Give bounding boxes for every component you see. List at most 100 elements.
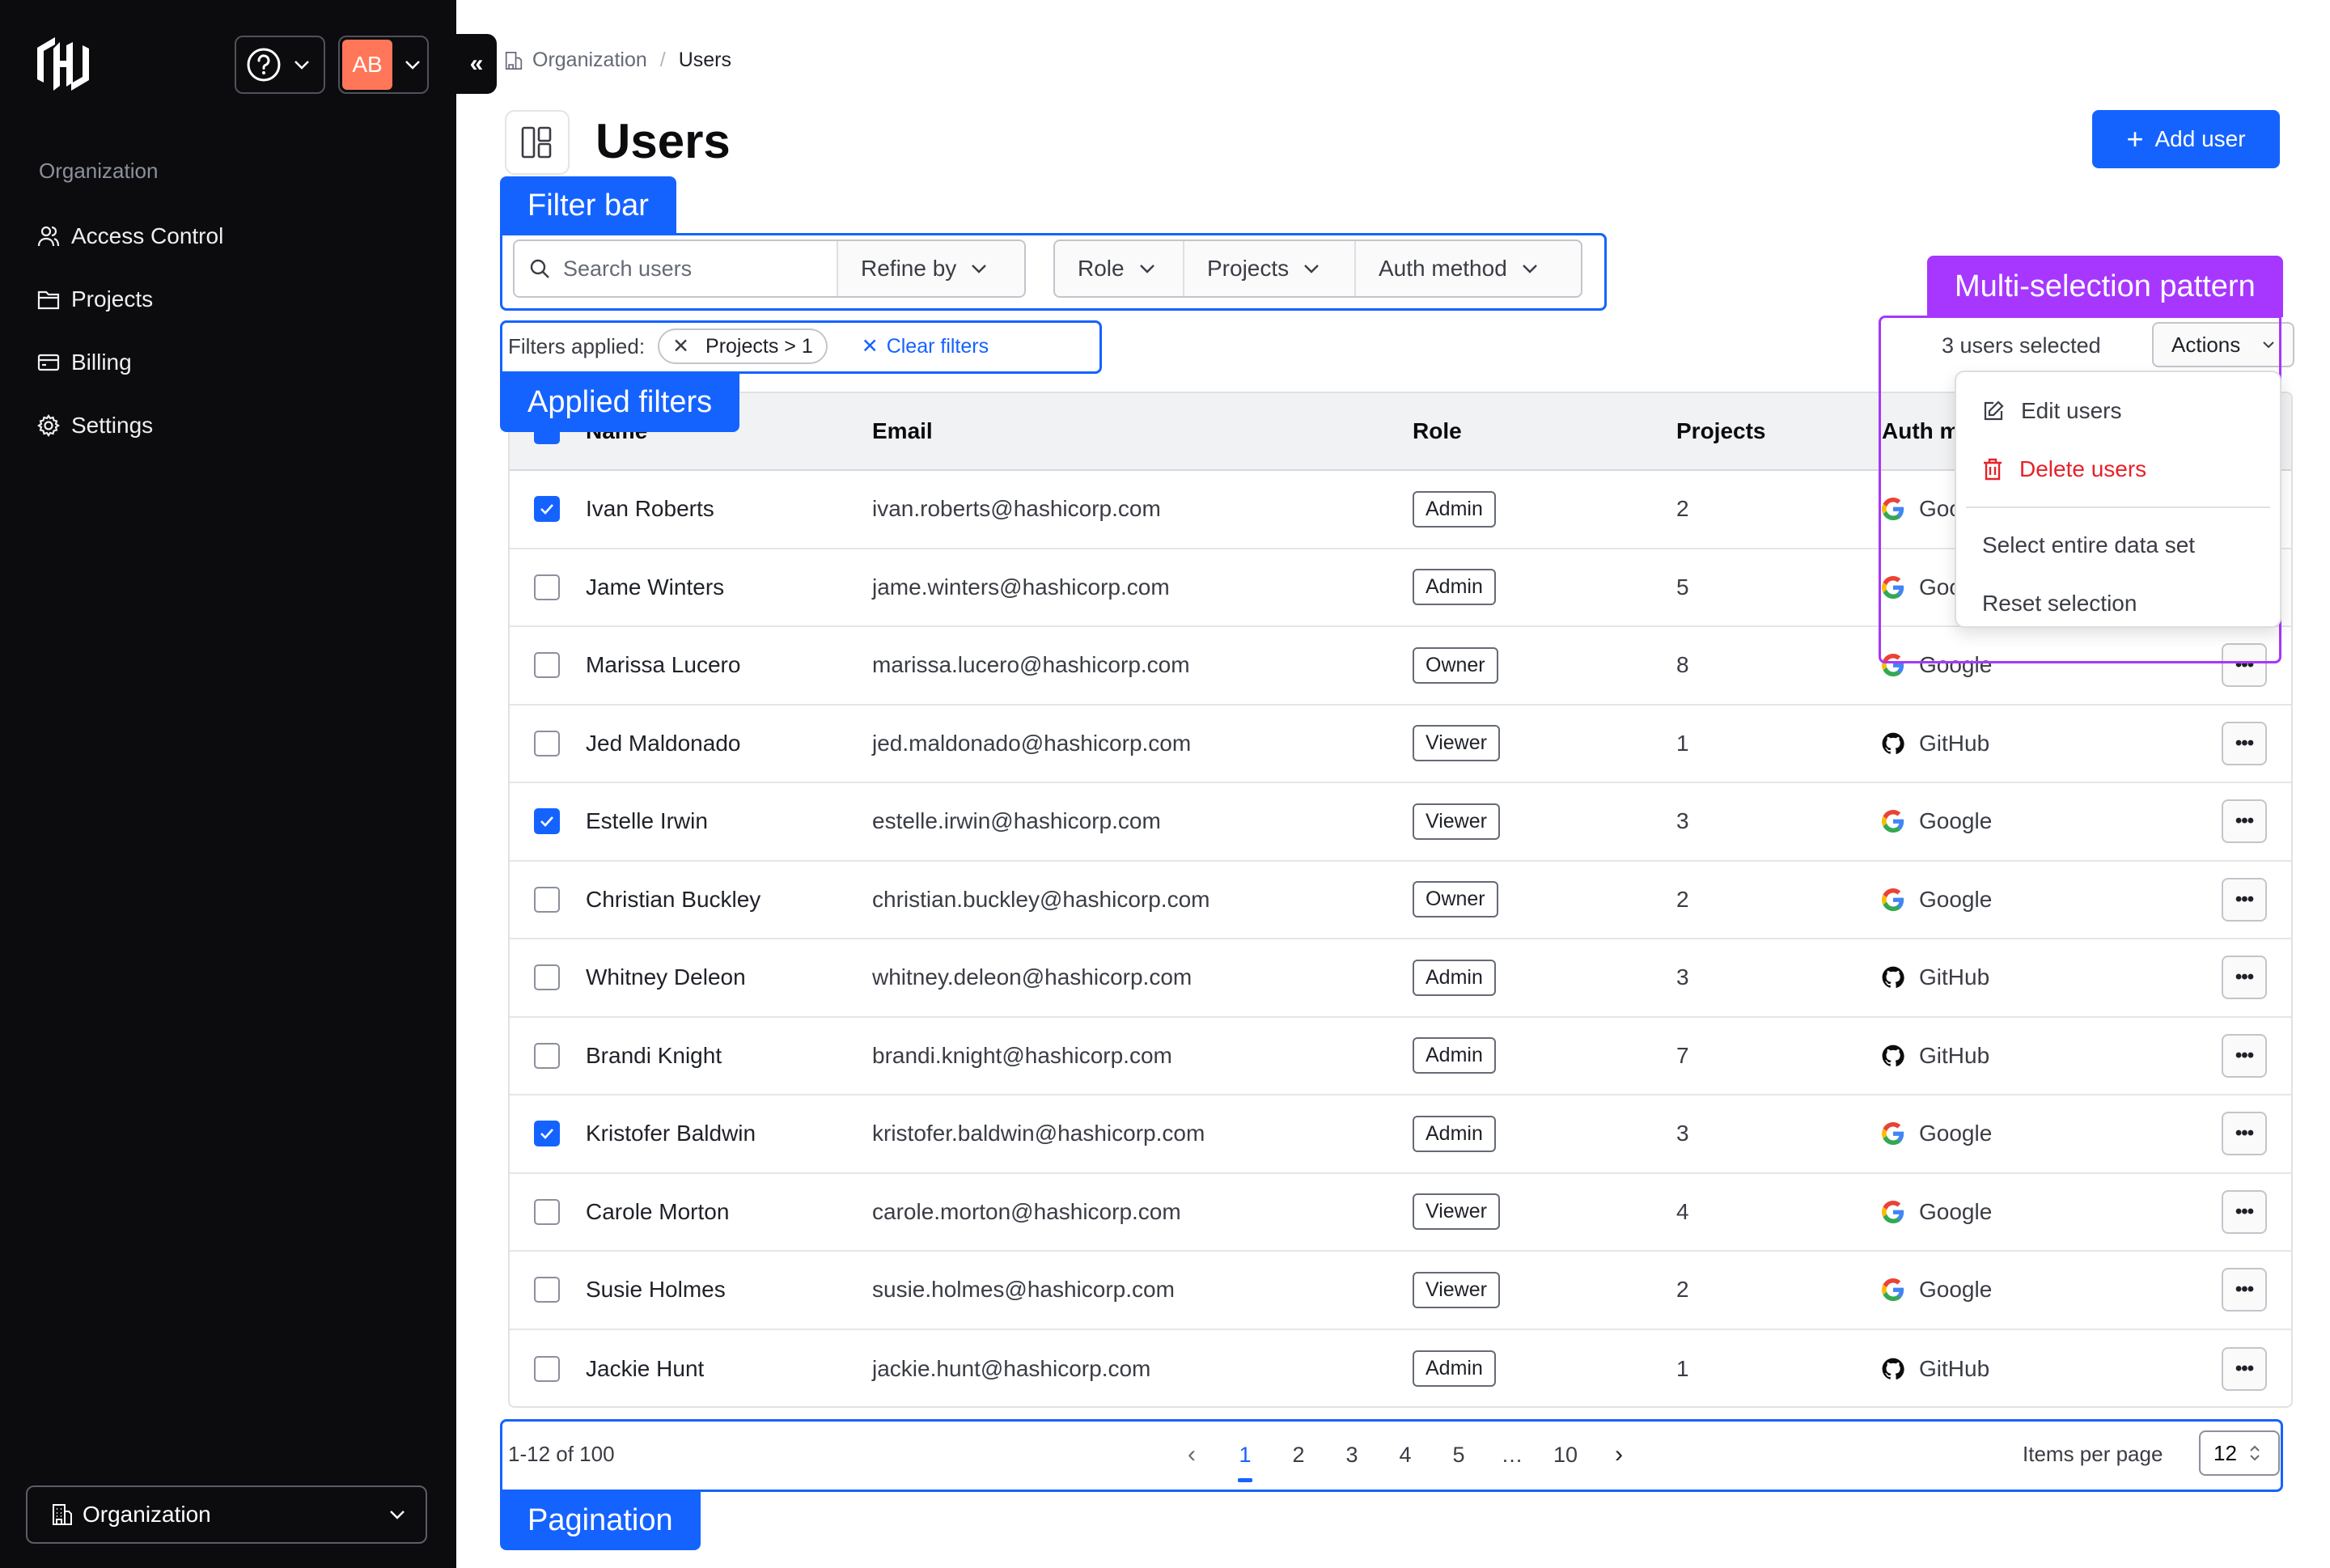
row-checkbox[interactable]	[534, 1355, 560, 1382]
cell-email: estelle.irwin@hashicorp.com	[872, 808, 1161, 834]
add-user-button[interactable]: + Add user	[2092, 110, 2280, 168]
page-button[interactable]: 2	[1272, 1437, 1325, 1473]
role-badge: Admin	[1413, 1115, 1496, 1152]
menu-item-edit-users[interactable]: Edit users	[1956, 382, 2280, 440]
menu-item-select-entire-data-set[interactable]: Select entire data set	[1956, 516, 2280, 574]
sidebar-item-billing[interactable]: Billing	[37, 345, 132, 380]
sidebar-item-projects[interactable]: Projects	[37, 282, 153, 317]
row-overflow-menu-button[interactable]: •••	[2222, 799, 2267, 844]
row-overflow-menu-button[interactable]: •••	[2222, 1189, 2267, 1234]
cell-projects: 3	[1676, 808, 1689, 834]
auth-method-filter-dropdown[interactable]: Auth method	[1356, 241, 1581, 296]
actions-dropdown-button[interactable]: Actions	[2152, 322, 2294, 367]
chevrons-left-icon: «	[469, 50, 484, 77]
row-overflow-menu-button[interactable]: •••	[2222, 956, 2267, 1000]
collapse-sidebar-button[interactable]: «	[456, 34, 497, 94]
cell-email: jed.maldonado@hashicorp.com	[872, 730, 1192, 756]
table-row[interactable]: Christian Buckley christian.buckley@hashi…	[510, 862, 2291, 939]
row-overflow-menu-button[interactable]: •••	[2222, 1112, 2267, 1156]
page-button[interactable]: 10	[1539, 1437, 1592, 1473]
row-overflow-menu-button[interactable]: •••	[2222, 1033, 2267, 1078]
chevron-down-icon	[405, 61, 420, 70]
column-header-role[interactable]: Role	[1413, 418, 1676, 444]
page-button[interactable]: 4	[1379, 1437, 1432, 1473]
row-checkbox[interactable]	[534, 886, 560, 913]
table-row[interactable]: Susie Holmes susie.holmes@hashicorp.com Vi…	[510, 1252, 2291, 1330]
row-overflow-menu-button[interactable]: •••	[2222, 877, 2267, 922]
clear-filters-link[interactable]: ✕ Clear filters	[862, 334, 989, 358]
role-badge: Viewer	[1413, 1271, 1500, 1308]
column-header-email[interactable]: Email	[872, 418, 1413, 444]
pagination-nav: ‹ 1 2 3 4 5 … 10 ›	[1165, 1437, 1646, 1482]
role-badge: Viewer	[1413, 803, 1500, 840]
row-checkbox[interactable]	[534, 1198, 560, 1225]
row-checkbox[interactable]	[534, 496, 560, 523]
page-title: Users	[595, 114, 731, 168]
google-icon	[1882, 810, 1904, 833]
sidebar-item-settings[interactable]: Settings	[37, 408, 153, 443]
user-menu-button[interactable]: AB	[338, 36, 429, 94]
table-row[interactable]: Marissa Lucero marissa.lucero@hashicorp.c…	[510, 627, 2291, 706]
org-switcher[interactable]: Organization	[26, 1485, 427, 1544]
row-checkbox[interactable]	[534, 730, 560, 756]
row-checkbox[interactable]	[534, 652, 560, 679]
row-overflow-menu-button[interactable]: •••	[2222, 721, 2267, 765]
close-icon[interactable]: ✕	[672, 334, 689, 358]
row-checkbox[interactable]	[534, 574, 560, 600]
cell-email: brandi.knight@hashicorp.com	[872, 1042, 1172, 1068]
sidebar-item-access-control[interactable]: Access Control	[37, 218, 223, 254]
row-overflow-menu-button[interactable]: •••	[2222, 1268, 2267, 1312]
search-icon	[530, 259, 549, 278]
cell-email: carole.morton@hashicorp.com	[872, 1198, 1181, 1224]
page-numbers: 1 2 3 4 5 … 10	[1218, 1437, 1592, 1482]
row-checkbox[interactable]	[534, 1042, 560, 1069]
actions-label: Actions	[2171, 332, 2241, 357]
annotation-pagination-label: Pagination	[500, 1490, 701, 1550]
auth-method-label: GitHub	[1919, 730, 1990, 756]
sidebar: AB Organization Access Control Projects …	[0, 0, 456, 1568]
hashicorp-logo[interactable]	[34, 37, 92, 91]
refine-by-dropdown[interactable]: Refine by	[838, 241, 1024, 296]
table-row[interactable]: Carole Morton carole.morton@hashicorp.com…	[510, 1174, 2291, 1252]
filter-pill-label: Projects > 1	[705, 334, 813, 358]
items-per-page-select[interactable]: 12	[2199, 1430, 2280, 1476]
cell-name: Kristofer Baldwin	[586, 1121, 756, 1146]
more-horizontal-icon: •••	[2235, 1122, 2254, 1145]
breadcrumb-organization[interactable]: Organization	[532, 49, 647, 72]
menu-item-reset-selection[interactable]: Reset selection	[1956, 574, 2280, 633]
filter-pill-projects[interactable]: ✕ Projects > 1	[658, 328, 828, 364]
google-icon	[1882, 498, 1904, 521]
table-row[interactable]: Brandi Knight brandi.knight@hashicorp.com…	[510, 1018, 2291, 1095]
cell-name: Jackie Hunt	[586, 1355, 705, 1381]
page-button[interactable]: 5	[1432, 1437, 1485, 1473]
trash-icon	[1984, 458, 2002, 481]
github-icon	[1882, 1045, 1904, 1066]
table-row[interactable]: Jackie Hunt jackie.hunt@hashicorp.com Admi…	[510, 1330, 2291, 1407]
chevron-left-icon: ‹	[1188, 1441, 1196, 1468]
page-button[interactable]: 3	[1325, 1437, 1379, 1473]
row-checkbox[interactable]	[534, 1121, 560, 1147]
column-header-projects[interactable]: Projects	[1676, 418, 1882, 444]
row-overflow-menu-button[interactable]: •••	[2222, 1346, 2267, 1391]
menu-item-delete-users[interactable]: Delete users	[1956, 440, 2280, 498]
table-row[interactable]: Jed Maldonado jed.maldonado@hashicorp.com…	[510, 706, 2291, 783]
projects-filter-dropdown[interactable]: Projects	[1184, 241, 1356, 296]
page-button[interactable]: 1	[1218, 1437, 1272, 1482]
role-filter-dropdown[interactable]: Role	[1055, 241, 1184, 296]
cell-auth-method: Google	[1882, 652, 2222, 678]
prev-page-button[interactable]: ‹	[1165, 1437, 1218, 1473]
table-row[interactable]: Whitney Deleon whitney.deleon@hashicorp.c…	[510, 939, 2291, 1018]
menu-item-label: Select entire data set	[1982, 532, 2196, 557]
help-menu-button[interactable]	[235, 36, 325, 94]
table-row[interactable]: Estelle Irwin estelle.irwin@hashicorp.com…	[510, 783, 2291, 862]
row-checkbox[interactable]	[534, 808, 560, 835]
search-placeholder: Search users	[563, 256, 693, 281]
row-overflow-menu-button[interactable]: •••	[2222, 643, 2267, 688]
row-checkbox[interactable]	[534, 1277, 560, 1303]
row-checkbox[interactable]	[534, 964, 560, 991]
users-icon	[37, 226, 60, 247]
search-input[interactable]: Search users	[515, 241, 838, 296]
next-page-button[interactable]: ›	[1592, 1437, 1646, 1473]
table-row[interactable]: Kristofer Baldwin kristofer.baldwin@hashi…	[510, 1095, 2291, 1174]
cell-email: kristofer.baldwin@hashicorp.com	[872, 1121, 1205, 1146]
